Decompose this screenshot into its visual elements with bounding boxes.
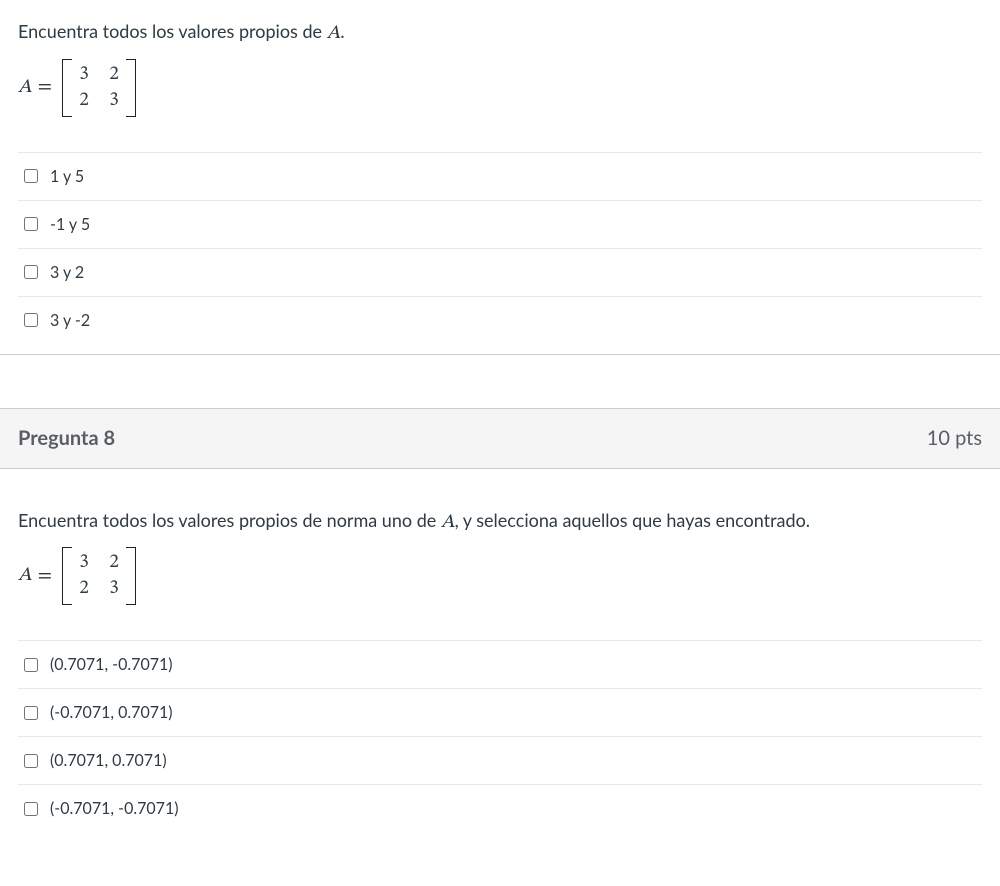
equals-sign: = <box>38 75 52 100</box>
m1-11: 3 <box>108 89 120 113</box>
question-points: 10 pts <box>927 426 982 450</box>
answer-label: 3 y -2 <box>50 311 90 330</box>
answer-checkbox[interactable] <box>24 802 38 816</box>
answer-checkbox[interactable] <box>24 313 38 327</box>
question-gap <box>0 354 1000 409</box>
answer-checkbox[interactable] <box>24 265 38 279</box>
answer-label: -1 y 5 <box>50 215 90 234</box>
right-bracket-icon <box>126 547 136 605</box>
answer-option[interactable]: 3 y 2 <box>18 248 982 296</box>
answer-checkbox[interactable] <box>24 706 38 720</box>
question-2-answers: (0.7071, -0.7071) (-0.7071, 0.7071) (0.7… <box>18 640 982 832</box>
question-2-body: Encuentra todos los valores propios de n… <box>0 469 1000 843</box>
m2-10: 2 <box>78 577 90 601</box>
matrix-equation-1: A = 3 2 2 3 <box>18 59 982 117</box>
matrix-1: 3 2 2 3 <box>62 59 136 117</box>
matrix-body: 3 2 2 3 <box>72 547 126 605</box>
prompt-text: Encuentra todos los valores propios de n… <box>18 509 441 531</box>
answer-label: (-0.7071, -0.7071) <box>50 799 179 818</box>
question-2-header: Pregunta 8 10 pts <box>0 409 1000 469</box>
answer-option[interactable]: (-0.7071, 0.7071) <box>18 688 982 736</box>
matrix-lhs: A = <box>18 564 52 589</box>
answer-label: (-0.7071, 0.7071) <box>50 703 173 722</box>
m1-01: 2 <box>108 63 120 87</box>
question-1-body: Encuentra todos los valores propios de A… <box>0 0 1000 354</box>
answer-option[interactable]: (0.7071, -0.7071) <box>18 640 982 688</box>
quiz-page: Encuentra todos los valores propios de A… <box>0 0 1000 842</box>
answer-option[interactable]: -1 y 5 <box>18 200 982 248</box>
matrix-lhs: A = <box>18 75 52 100</box>
m1-00: 3 <box>78 63 90 87</box>
matrix-equation-2: A = 3 2 2 3 <box>18 547 982 605</box>
question-2-prompt: Encuentra todos los valores propios de n… <box>18 507 982 538</box>
right-bracket-icon <box>126 59 136 117</box>
question-1-prompt: Encuentra todos los valores propios de A… <box>18 18 982 49</box>
answer-label: 3 y 2 <box>50 263 84 282</box>
answer-option[interactable]: (0.7071, 0.7071) <box>18 736 982 784</box>
prompt-var: A <box>441 513 455 532</box>
left-bracket-icon <box>62 547 72 605</box>
m1-10: 2 <box>78 89 90 113</box>
answer-label: 1 y 5 <box>50 167 84 186</box>
answer-checkbox[interactable] <box>24 217 38 231</box>
question-title: Pregunta 8 <box>18 426 115 450</box>
matrix-var: A <box>18 564 32 588</box>
question-1-answers: 1 y 5 -1 y 5 3 y 2 3 y -2 <box>18 152 982 344</box>
answer-option[interactable]: (-0.7071, -0.7071) <box>18 784 982 832</box>
matrix-2: 3 2 2 3 <box>62 547 136 605</box>
answer-option[interactable]: 1 y 5 <box>18 152 982 200</box>
answer-checkbox[interactable] <box>24 658 38 672</box>
m2-00: 3 <box>78 551 90 575</box>
m2-01: 2 <box>108 551 120 575</box>
prompt-var: A <box>327 24 341 43</box>
answer-label: (0.7071, -0.7071) <box>50 655 173 674</box>
m2-11: 3 <box>108 577 120 601</box>
matrix-body: 3 2 2 3 <box>72 59 126 117</box>
answer-label: (0.7071, 0.7071) <box>50 751 167 770</box>
prompt-text: Encuentra todos los valores propios de <box>18 20 327 42</box>
answer-checkbox[interactable] <box>24 754 38 768</box>
prompt-mid: , y selecciona aquellos que hayas encont… <box>455 509 810 531</box>
equals-sign: = <box>38 564 52 589</box>
answer-option[interactable]: 3 y -2 <box>18 296 982 344</box>
prompt-suffix: . <box>340 20 344 42</box>
answer-checkbox[interactable] <box>24 169 38 183</box>
left-bracket-icon <box>62 59 72 117</box>
matrix-var: A <box>18 76 32 100</box>
